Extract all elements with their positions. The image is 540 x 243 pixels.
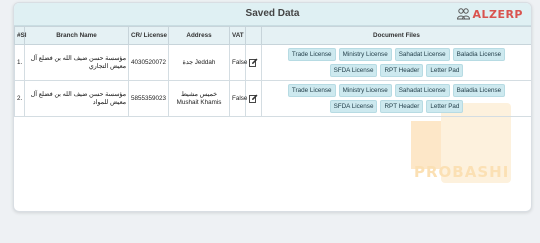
vat-value: False [229,44,247,81]
rpt-header-button[interactable]: RPT Header [380,64,424,77]
branch-name: مؤسسة حسن ضيف الله بن فضلع آل معيض التجا… [24,44,129,81]
table-row: 2. مؤسسة حسن ضيف الله بن فضلع آل معيض لل… [14,80,531,117]
letter-pad-button[interactable]: Letter Pad [426,100,464,113]
edit-cell [245,80,262,117]
sfda-license-button[interactable]: SFDA License [329,100,378,113]
edit-cell [245,44,262,81]
address: خميس مشيط Mushait Khamis [168,80,230,117]
col-header-branch: Branch Name [24,26,129,45]
letter-pad-button[interactable]: Letter Pad [426,64,464,77]
address: جدة Jeddah [168,44,230,81]
document-files-cell: Trade License Ministry License Sahadat L… [261,80,531,117]
watermark-text: PROBASHI [414,163,510,181]
branch-name: مؤسسة حسن ضيف الله بن فضلع آل معيض للموا… [24,80,129,117]
panel-title: Saved Data [245,8,300,19]
baladia-license-button[interactable]: Baladia License [452,84,506,97]
col-header-vat: VAT [229,26,246,45]
ministry-license-button[interactable]: Ministry License [338,84,392,97]
row-number: 2. [14,80,25,117]
col-header-action [245,26,262,45]
baladia-license-button[interactable]: Baladia License [452,48,506,61]
cr-license: 5855359023 [128,80,169,117]
logo-text: ALZERP [472,7,523,21]
trade-license-button[interactable]: Trade License [287,84,336,97]
alzerp-logo: ALZERP [457,7,523,21]
probashi-watermark: PROBASHI [411,103,511,211]
rpt-header-button[interactable]: RPT Header [380,100,424,113]
row-number: 1. [14,44,25,81]
col-header-address: Address [168,26,230,45]
edit-icon[interactable] [249,58,258,67]
sahadat-license-button[interactable]: Sahadat License [394,84,450,97]
trade-license-button[interactable]: Trade License [287,48,336,61]
panel-header: Saved Data ALZERP [14,3,531,26]
document-files-cell: Trade License Ministry License Sahadat L… [261,44,531,81]
col-header-cr: CR/ License [128,26,169,45]
saved-data-panel: Saved Data ALZERP PROBASHI #Sl Branch Na… [13,2,532,212]
edit-icon[interactable] [249,94,258,103]
saved-data-table: #Sl Branch Name CR/ License Address VAT … [14,26,531,117]
sahadat-license-button[interactable]: Sahadat License [394,48,450,61]
table-header-row: #Sl Branch Name CR/ License Address VAT … [14,26,531,45]
col-header-documents: Document Files [261,26,531,45]
table-row: 1. مؤسسة حسن ضيف الله بن فضلع آل معيض ال… [14,44,531,81]
people-logo-icon [457,8,471,20]
vat-value: False [229,80,247,117]
sfda-license-button[interactable]: SFDA License [329,64,378,77]
cr-license: 4030520072 [128,44,169,81]
ministry-license-button[interactable]: Ministry License [338,48,392,61]
col-header-sl: #Sl [14,26,26,45]
